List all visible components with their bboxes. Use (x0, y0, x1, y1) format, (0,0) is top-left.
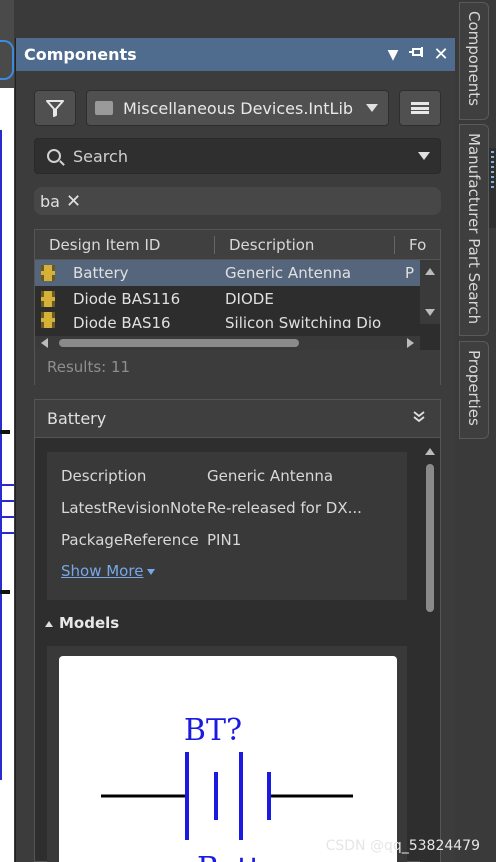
battery-symbol: BT? Batt (101, 713, 353, 862)
app-window: Components ▼ ✕ Miscellaneous Devices.Int… (0, 0, 496, 862)
search-placeholder: Search (73, 146, 128, 166)
library-name: Miscellaneous Devices.IntLib (123, 98, 354, 118)
collapse-chevron-icon[interactable] (412, 409, 426, 428)
property-value: Re-released for DX... (207, 499, 362, 517)
property-row: Description Generic Antenna (47, 460, 407, 492)
results-count: Results: 11 (35, 350, 440, 386)
scroll-left-icon[interactable] (41, 338, 48, 348)
show-more-label: Show More (61, 562, 144, 580)
cell-id: Diode BAS16 (73, 314, 171, 328)
table-row[interactable]: Battery Generic Antenna PI (35, 260, 440, 286)
panel-titlebar: Components ▼ ✕ (16, 38, 455, 71)
panel-menu-icon[interactable]: ▼ (383, 47, 403, 63)
model-preview-container: BT? Batt (47, 646, 407, 862)
property-row: PackageReference PIN1 (47, 524, 407, 556)
property-value: Generic Antenna (207, 467, 334, 485)
panel-title: Components (24, 45, 137, 64)
table-row[interactable]: Diode BAS116 DIODE (35, 286, 440, 312)
component-icon (41, 265, 55, 281)
component-name-label: Batt (197, 851, 261, 862)
components-panel: Components ▼ ✕ Miscellaneous Devices.Int… (15, 38, 455, 862)
scroll-down-icon[interactable] (425, 309, 435, 316)
show-more-link[interactable]: Show More (47, 562, 407, 580)
properties-list: Description Generic Antenna LatestRevisi… (47, 452, 407, 600)
cell-id: Battery (73, 264, 129, 282)
column-header-design-item-id[interactable]: Design Item ID (35, 235, 215, 254)
cell-description: Generic Antenna (225, 264, 352, 282)
wire (0, 484, 14, 486)
details-header[interactable]: Battery (35, 400, 440, 438)
panel-toolbar: Miscellaneous Devices.IntLib (34, 90, 441, 126)
tab-manufacturer-part-search[interactable]: Manufacturer Part Search (459, 124, 489, 336)
results-grid: Design Item ID Description Fo Battery Ge… (34, 229, 441, 386)
column-header-footprint[interactable]: Fo (395, 236, 435, 254)
close-icon[interactable]: ✕ (431, 44, 451, 65)
pin-mark (0, 590, 10, 594)
library-select[interactable]: Miscellaneous Devices.IntLib (86, 90, 389, 126)
collapse-triangle-icon (45, 620, 53, 627)
chevron-down-icon[interactable] (418, 152, 430, 160)
scroll-right-icon[interactable] (407, 338, 414, 348)
clear-filter-icon[interactable]: ✕ (66, 191, 81, 212)
tab-label: Manufacturer Part Search (465, 133, 483, 325)
wire (0, 516, 14, 518)
property-key: PackageReference (61, 531, 199, 549)
panel-menu-button[interactable] (399, 90, 441, 126)
filter-button[interactable] (34, 90, 76, 126)
watermark: CSDN @qq_53824479 (325, 838, 480, 854)
scroll-up-icon[interactable] (425, 268, 435, 275)
wire (0, 532, 14, 534)
grid-vertical-scrollbar[interactable] (420, 260, 440, 324)
column-header-description[interactable]: Description (215, 235, 395, 254)
tab-label: Components (465, 11, 483, 106)
cell-id: Diode BAS116 (73, 290, 181, 308)
models-label: Models (59, 614, 120, 632)
details-scrollbar[interactable] (420, 438, 440, 862)
symbol-preview: BT? Batt (59, 656, 397, 862)
component-icon (41, 312, 55, 328)
tab-label: Properties (465, 350, 483, 426)
component-icon (41, 291, 55, 307)
pin-icon[interactable] (407, 46, 427, 64)
scroll-thumb[interactable] (426, 464, 434, 612)
tab-components[interactable]: Components (459, 2, 489, 120)
scroll-thumb[interactable] (59, 339, 299, 347)
filter-text: ba (40, 191, 60, 211)
search-input[interactable]: Search (34, 138, 441, 174)
canvas-tab[interactable] (0, 40, 14, 80)
wire (0, 130, 2, 780)
grid-horizontal-scrollbar[interactable] (35, 336, 420, 350)
resize-grip[interactable] (489, 148, 496, 228)
chevron-down-icon (366, 104, 378, 112)
grid-header: Design Item ID Description Fo (35, 230, 440, 260)
library-icon (95, 101, 113, 115)
chevron-down-icon (147, 568, 156, 575)
property-value: PIN1 (207, 531, 242, 549)
models-heading[interactable]: Models (45, 614, 119, 632)
details-title: Battery (47, 409, 107, 428)
hamburger-icon (411, 102, 429, 114)
filter-icon (46, 100, 64, 117)
filter-field[interactable]: ba ✕ (34, 187, 441, 215)
designator-label: BT? (184, 713, 242, 748)
cell-description: Silicon Switching Dio (225, 314, 382, 328)
schematic-canvas-edge[interactable] (0, 0, 14, 862)
table-row[interactable]: Diode BAS16 Silicon Switching Dio (35, 312, 440, 328)
property-key: LatestRevisionNote (61, 499, 206, 517)
property-key: Description (61, 467, 147, 485)
cell-footprint: PI (405, 264, 415, 282)
scroll-up-icon[interactable] (425, 448, 435, 455)
details-section: Battery Description Generic Antenna Late… (34, 399, 441, 862)
property-row: LatestRevisionNote Re-released for DX... (47, 492, 407, 524)
tab-properties[interactable]: Properties (459, 341, 489, 439)
wire (0, 500, 14, 502)
schematic-sheet (0, 88, 14, 862)
search-icon (47, 149, 61, 163)
pin-mark (0, 430, 10, 434)
cell-description: DIODE (225, 290, 274, 308)
